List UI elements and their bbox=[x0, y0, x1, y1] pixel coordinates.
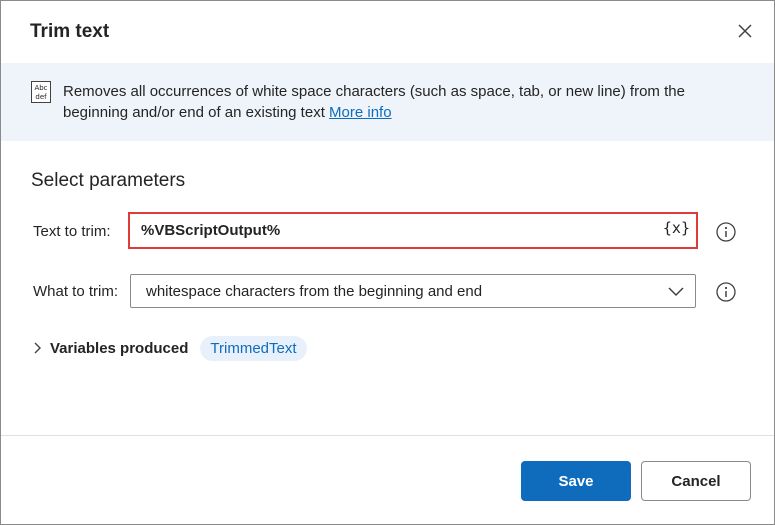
close-button[interactable] bbox=[731, 17, 759, 45]
trim-text-dialog: Trim text Abc def Removes all occurrence… bbox=[0, 0, 775, 525]
what-to-trim-help-icon[interactable] bbox=[715, 281, 737, 303]
text-to-trim-input[interactable]: %VBScriptOutput% {x} bbox=[128, 212, 698, 249]
variables-produced-row: Variables produced TrimmedText bbox=[31, 333, 307, 363]
svg-text:def: def bbox=[35, 93, 47, 101]
chevron-down-icon bbox=[668, 287, 684, 297]
what-to-trim-select[interactable]: whitespace characters from the beginning… bbox=[130, 274, 696, 308]
close-icon bbox=[738, 24, 752, 38]
footer-divider bbox=[1, 435, 774, 436]
text-to-trim-help-icon[interactable] bbox=[715, 221, 737, 243]
more-info-link[interactable]: More info bbox=[329, 104, 392, 121]
cancel-button[interactable]: Cancel bbox=[641, 461, 751, 501]
text-to-trim-label: Text to trim: bbox=[33, 223, 111, 240]
svg-text:Abc: Abc bbox=[34, 84, 47, 92]
info-banner: Abc def Removes all occurrences of white… bbox=[1, 63, 774, 141]
dialog-title: Trim text bbox=[30, 21, 110, 42]
info-description: Removes all occurrences of white space c… bbox=[63, 81, 753, 123]
save-button[interactable]: Save bbox=[521, 461, 631, 501]
chevron-right-icon[interactable] bbox=[31, 341, 45, 355]
what-to-trim-value: whitespace characters from the beginning… bbox=[146, 283, 483, 300]
insert-variable-button[interactable]: {x} bbox=[663, 219, 690, 237]
what-to-trim-label: What to trim: bbox=[33, 283, 119, 300]
text-to-trim-value: %VBScriptOutput% bbox=[141, 222, 281, 239]
variable-chip[interactable]: TrimmedText bbox=[200, 335, 307, 361]
text-action-icon: Abc def bbox=[31, 81, 51, 103]
variables-produced-label[interactable]: Variables produced bbox=[50, 340, 188, 357]
dialog-header: Trim text bbox=[1, 1, 774, 63]
section-title: Select parameters bbox=[31, 170, 186, 191]
